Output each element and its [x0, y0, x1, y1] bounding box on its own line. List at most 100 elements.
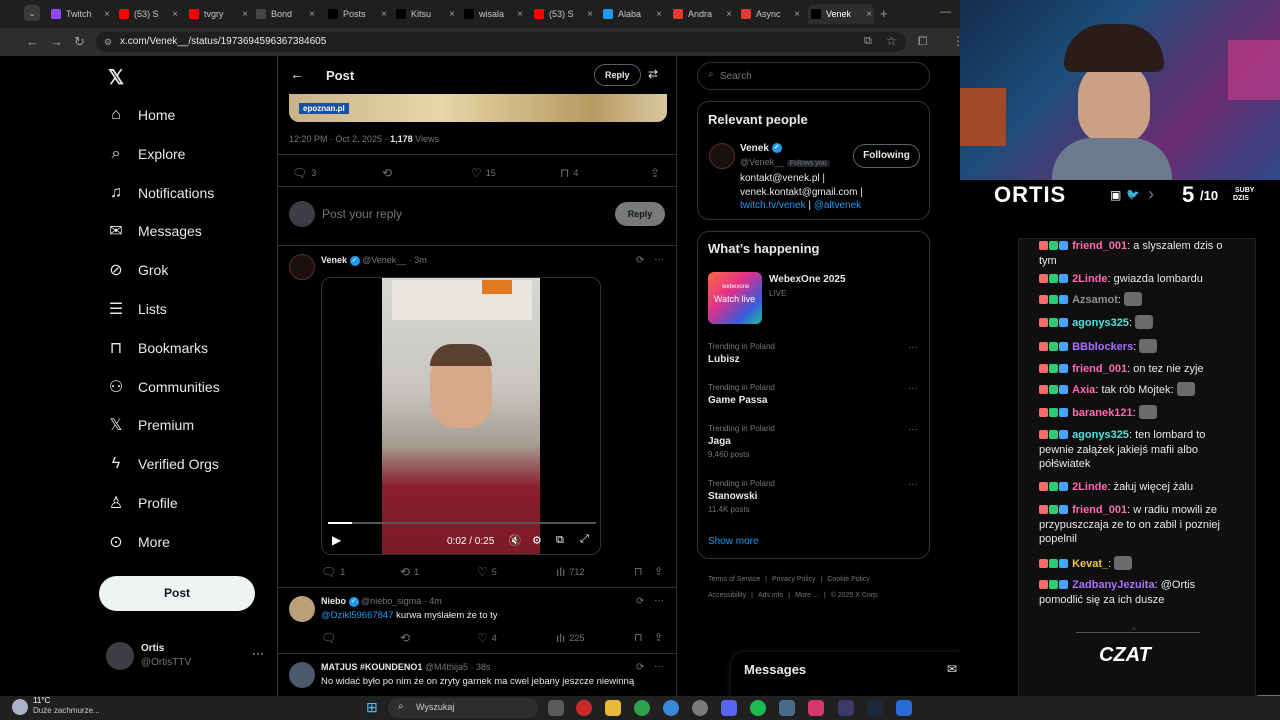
- folder-icon[interactable]: [605, 700, 621, 716]
- trend-item[interactable]: Trending in Poland Stanowski 11.4K posts ··…: [708, 479, 918, 514]
- opera-icon[interactable]: [576, 700, 592, 716]
- close-tab-icon[interactable]: ×: [172, 9, 178, 20]
- like-action[interactable]: ♡ 5: [477, 565, 497, 579]
- trend-item[interactable]: Trending in Poland Jaga 9,460 posts ···: [708, 424, 918, 459]
- pip-icon[interactable]: ⧉: [556, 534, 564, 547]
- taskbar-search[interactable]: ⌕ Wyszukaj: [388, 698, 538, 718]
- spotify-icon[interactable]: [750, 700, 766, 716]
- close-tab-icon[interactable]: ×: [104, 9, 110, 20]
- footer-link[interactable]: Terms of Service: [708, 576, 760, 583]
- grok-icon[interactable]: ⟳: [636, 596, 644, 607]
- minimize-window-button[interactable]: —: [940, 6, 951, 18]
- address-bar[interactable]: ⚙ x.com/Venek__/status/19736945963673846…: [96, 32, 906, 52]
- more-icon[interactable]: ···: [908, 424, 918, 435]
- site-info-icon[interactable]: ⚙: [104, 32, 112, 52]
- reply-action[interactable]: 🗨 3: [292, 166, 316, 180]
- chat-username[interactable]: agonys325: [1072, 317, 1129, 329]
- avatar[interactable]: [709, 143, 735, 169]
- more-icon[interactable]: ···: [908, 479, 918, 490]
- chrome-icon[interactable]: [634, 700, 650, 716]
- footer-link[interactable]: Accessibility: [708, 592, 746, 599]
- browser-tab[interactable]: Bond ×: [253, 4, 317, 24]
- close-tab-icon[interactable]: ×: [381, 9, 387, 20]
- footer-link[interactable]: Cookie Policy: [827, 576, 869, 583]
- bookmark-icon[interactable]: ⊓: [634, 631, 643, 644]
- play-icon[interactable]: ▶: [332, 533, 341, 547]
- sidebar-item-home[interactable]: ⌂ Home: [106, 101, 175, 129]
- app-icon[interactable]: [838, 700, 854, 716]
- sidebar-item-grok[interactable]: ⊘ Grok: [106, 256, 168, 284]
- grok-icon[interactable]: ⟳: [636, 662, 644, 673]
- footer-link[interactable]: Ads info: [758, 592, 783, 599]
- forward-button[interactable]: →: [50, 34, 63, 49]
- x-logo-icon[interactable]: 𝕏: [108, 65, 124, 90]
- chat-username[interactable]: BBblockers: [1072, 341, 1133, 353]
- like-action[interactable]: ♡ 15: [471, 166, 496, 180]
- retweet-action[interactable]: ⟲: [382, 166, 392, 180]
- more-icon[interactable]: ···: [654, 661, 664, 672]
- sidebar-item-explore[interactable]: ⌕ Explore: [106, 140, 186, 168]
- footer-link[interactable]: More ...: [795, 592, 819, 599]
- more-icon[interactable]: ···: [252, 646, 264, 660]
- bio-link[interactable]: twitch.tv/venek: [740, 200, 806, 211]
- grok-icon[interactable]: ⟳: [636, 255, 644, 266]
- app-icon[interactable]: [808, 700, 824, 716]
- browser-tab[interactable]: (53) S ×: [116, 4, 180, 24]
- views-action[interactable]: ılı 712: [556, 565, 584, 579]
- reply-input[interactable]: Post your reply: [322, 207, 402, 221]
- footer-link[interactable]: © 2025 X Corp.: [831, 592, 879, 599]
- like-action[interactable]: ♡ 4: [477, 631, 497, 645]
- bookmark-star-icon[interactable]: ☆: [886, 34, 897, 48]
- browser-tab[interactable]: wisala ×: [461, 4, 525, 24]
- new-message-icon[interactable]: ✉: [947, 662, 957, 676]
- following-button[interactable]: Following: [853, 144, 920, 168]
- fullscreen-icon[interactable]: ⤢: [580, 533, 589, 546]
- account-switcher[interactable]: Ortis @OrtisTTV ···: [106, 642, 266, 672]
- chat-username[interactable]: Azsamot: [1072, 294, 1118, 306]
- person-name[interactable]: Venek ✓: [740, 143, 782, 154]
- close-tab-icon[interactable]: ×: [242, 9, 248, 20]
- trend-item[interactable]: Trending in Poland Game Passa ···: [708, 383, 918, 406]
- mute-icon[interactable]: 🔇: [508, 534, 522, 547]
- event-name[interactable]: WebexOne 2025: [769, 274, 846, 285]
- close-tab-icon[interactable]: ×: [866, 9, 872, 20]
- sidebar-item-verified-orgs[interactable]: ϟ Verified Orgs: [106, 450, 219, 478]
- close-tab-icon[interactable]: ×: [726, 9, 732, 20]
- settings-sliders-icon[interactable]: ⇄: [648, 67, 658, 81]
- chat-username[interactable]: friend_001: [1072, 240, 1127, 252]
- install-app-icon[interactable]: ⧉: [864, 35, 872, 48]
- search-input[interactable]: ⌕ Search: [697, 62, 930, 90]
- discord-icon[interactable]: [721, 700, 737, 716]
- bookmark-icon[interactable]: ⊓: [634, 565, 643, 578]
- chat-username[interactable]: Axia: [1072, 384, 1095, 396]
- browser-tab[interactable]: (53) S ×: [531, 4, 595, 24]
- sidebar-item-profile[interactable]: ♙ Profile: [106, 489, 178, 517]
- header-reply-button[interactable]: Reply: [594, 64, 641, 86]
- mention-link[interactable]: @Dzikl59667847: [321, 610, 394, 621]
- browser-tab[interactable]: Kitsu ×: [393, 4, 457, 24]
- close-tab-icon[interactable]: ×: [656, 9, 662, 20]
- messages-drawer[interactable]: Messages ✉ ︽: [731, 652, 960, 696]
- sidebar-item-more[interactable]: ⊙ More: [106, 528, 170, 556]
- sidebar-item-communities[interactable]: ⚇ Communities: [106, 373, 220, 401]
- avatar[interactable]: [289, 596, 315, 622]
- share-icon[interactable]: ⇪: [654, 631, 663, 644]
- retweet-action[interactable]: ⟲ 1: [400, 565, 419, 579]
- extensions-icon[interactable]: ⧠: [918, 34, 928, 49]
- sidebar-item-notifications[interactable]: ♫ Notifications: [106, 179, 214, 207]
- chat-username[interactable]: 2Linde: [1072, 481, 1107, 493]
- chat-username[interactable]: Kevat_: [1072, 558, 1108, 570]
- trend-item[interactable]: Trending in Poland Lubisz ···: [708, 342, 918, 365]
- show-more-link[interactable]: Show more: [708, 536, 759, 547]
- reply-action[interactable]: 🗨: [321, 631, 336, 645]
- avatar[interactable]: [289, 254, 315, 280]
- chrome-profile-icon[interactable]: [663, 700, 679, 716]
- close-tab-icon[interactable]: ×: [794, 9, 800, 20]
- post-button[interactable]: Post: [99, 576, 255, 611]
- sidebar-item-messages[interactable]: ✉ Messages: [106, 217, 202, 245]
- more-icon[interactable]: ···: [654, 254, 664, 265]
- close-tab-icon[interactable]: ×: [587, 9, 593, 20]
- browser-tab[interactable]: Async ×: [738, 4, 802, 24]
- browser-tab[interactable]: Alaba ×: [600, 4, 664, 24]
- reply-action[interactable]: 🗨 1: [321, 565, 345, 579]
